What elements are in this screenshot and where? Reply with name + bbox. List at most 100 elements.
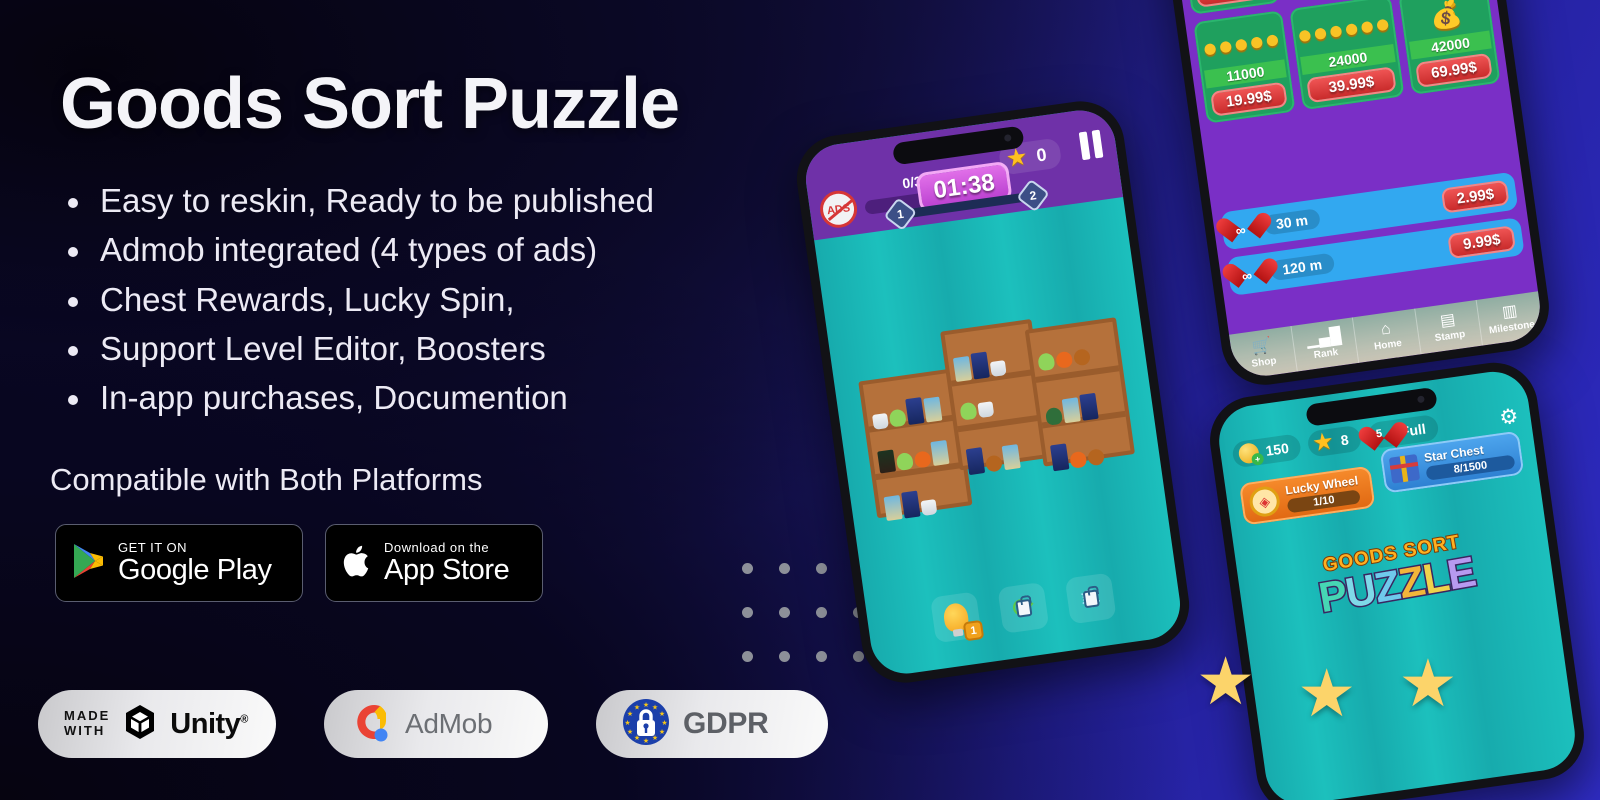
plus-badge-icon: + xyxy=(1250,452,1265,466)
gift-icon xyxy=(1388,453,1421,484)
unity-icon xyxy=(123,704,157,745)
nav-label: Home xyxy=(1373,337,1403,353)
svg-text:★: ★ xyxy=(634,703,640,711)
nav-item-rank[interactable]: ▁▄█ Rank xyxy=(1291,317,1360,372)
app-store-label: App Store xyxy=(384,553,510,586)
hero-copy: Goods Sort Puzzle Easy to reskin, Ready … xyxy=(0,0,860,800)
nav-item-milestone[interactable]: ▥ Milestone xyxy=(1477,291,1544,345)
svg-text:★: ★ xyxy=(627,710,633,718)
lock-icon xyxy=(1082,588,1100,608)
bullet-dot-icon xyxy=(68,198,78,208)
pause-button[interactable] xyxy=(1078,129,1104,161)
list-item-label: Admob integrated (4 types of ads) xyxy=(100,231,598,269)
unity-label: Unity® xyxy=(170,707,248,740)
coin-pack-grid: ●● 900 1.99$ ●●● 2400 4.99$ ●●●● 5400 9.… xyxy=(1177,0,1501,124)
nav-label: Shop xyxy=(1250,354,1278,370)
game-logo: GOODS SORT PUZZLE xyxy=(1312,530,1480,623)
svg-text:★: ★ xyxy=(624,719,630,727)
coin-pack[interactable]: ●●●●●● 24000 39.99$ xyxy=(1289,0,1405,111)
google-play-badge[interactable]: GET IT ON Google Play xyxy=(55,524,303,602)
coin-price[interactable]: 69.99$ xyxy=(1415,52,1493,88)
offer-price[interactable]: 9.99$ xyxy=(1447,224,1516,259)
shelf[interactable] xyxy=(1024,317,1135,472)
milestone-icon: ▥ xyxy=(1501,301,1519,321)
nav-label: Stamp xyxy=(1434,328,1466,344)
apple-icon xyxy=(342,543,372,584)
list-item: Support Level Editor, Boosters xyxy=(60,330,820,368)
phone-mockup-shop: ●● 900 1.99$ ●●● 2400 4.99$ ●●●● 5400 9.… xyxy=(1155,0,1555,391)
offer-duration: 120 m xyxy=(1269,252,1336,282)
shop-icon: 🛒 xyxy=(1250,336,1273,357)
list-item-label: Chest Rewards, Lucky Spin, xyxy=(100,280,515,318)
coin-price[interactable]: 19.99$ xyxy=(1210,81,1288,117)
star-icon: ★ xyxy=(1196,644,1256,718)
feature-list: Easy to reskin, Ready to be published Ad… xyxy=(60,182,820,428)
offer-price[interactable]: 2.99$ xyxy=(1441,179,1510,214)
admob-icon xyxy=(350,699,392,750)
nav-label: Milestone xyxy=(1488,318,1536,336)
google-play-label: Google Play xyxy=(118,553,272,586)
coin-value: 150 xyxy=(1264,439,1290,459)
star-icon: ★ xyxy=(1297,656,1357,730)
booster-bar: 1 ⟳ ❄ xyxy=(866,563,1181,652)
bullet-dot-icon xyxy=(68,247,78,258)
svg-text:★: ★ xyxy=(652,703,658,711)
hint-booster[interactable]: 1 xyxy=(930,591,985,644)
bullet-dot-icon xyxy=(68,395,78,406)
booster-count: 1 xyxy=(962,619,985,642)
freeze-booster[interactable]: ❄ xyxy=(1064,572,1117,625)
star-icon: ★ xyxy=(1310,427,1336,458)
list-item-label: Support Level Editor, Boosters xyxy=(100,329,546,367)
lucky-wheel-card[interactable]: ◈ Lucky Wheel 1/10 xyxy=(1238,465,1376,526)
coin-pack[interactable]: ●●●●● 11000 19.99$ xyxy=(1193,10,1296,124)
gdpr-lock-icon: ★ ★ ★ ★ ★ ★ ★ ★ ★ ★ ★ ★ xyxy=(622,698,670,751)
bullet-dot-icon xyxy=(68,345,78,356)
offer-duration: 30 m xyxy=(1262,208,1321,236)
heart-infinity-icon: ∞ xyxy=(1235,259,1266,289)
svg-text:★: ★ xyxy=(659,710,665,718)
svg-text:★: ★ xyxy=(627,728,633,736)
page-title: Goods Sort Puzzle xyxy=(60,64,680,144)
svg-text:★: ★ xyxy=(643,737,649,745)
coin-price[interactable]: 1.99$ xyxy=(1194,0,1273,8)
google-play-small-label: GET IT ON xyxy=(118,539,188,555)
shuffle-booster[interactable]: ⟳ xyxy=(997,581,1050,634)
gdpr-badge[interactable]: ★ ★ ★ ★ ★ ★ ★ ★ ★ ★ ★ ★ GDPR xyxy=(596,690,828,758)
admob-badge[interactable]: AdMob xyxy=(324,690,548,758)
gdpr-label: GDPR xyxy=(683,707,769,740)
unity-made-with-label: MADE WITH xyxy=(64,708,111,738)
svg-text:★: ★ xyxy=(661,719,667,727)
rating-stars-decoration: ★ ★ ★ xyxy=(1196,648,1458,726)
phone-mockup-home: + 150 ★ 8 5 Full ⚙ ◈ Lucky Wheel 1/10 St… xyxy=(1204,357,1590,800)
coin-icon: + xyxy=(1237,442,1265,466)
app-store-badge[interactable]: Download on the App Store xyxy=(325,524,543,602)
home-icon: ⌂ xyxy=(1379,319,1392,338)
promo-banner: Goods Sort Puzzle Easy to reskin, Ready … xyxy=(0,0,1600,800)
heart-infinity-icon: ∞ xyxy=(1229,214,1260,244)
compatibility-text: Compatible with Both Platforms xyxy=(50,462,483,497)
list-item: In-app purchases, Documention xyxy=(60,379,820,417)
list-item: Admob integrated (4 types of ads) xyxy=(60,231,820,269)
bullet-dot-icon xyxy=(68,296,78,307)
nav-item-home[interactable]: ⌂ Home xyxy=(1353,308,1422,363)
partner-badges: MADE WITH Unity® AdMob ★ ★ ★ ★ ★ ★ ★ ★ ★… xyxy=(38,690,828,758)
admob-label: AdMob xyxy=(405,708,493,739)
heart-icon: 5 xyxy=(1371,423,1396,446)
lock-icon xyxy=(1014,598,1032,618)
star-balance[interactable]: ★ 8 xyxy=(1306,424,1363,458)
unity-badge[interactable]: MADE WITH Unity® xyxy=(38,690,276,758)
star-value: 8 xyxy=(1339,431,1350,449)
svg-text:★: ★ xyxy=(643,701,649,709)
gear-icon[interactable]: ⚙ xyxy=(1498,404,1520,429)
nav-item-stamp[interactable]: ▤ Stamp xyxy=(1415,299,1484,355)
coin-balance[interactable]: + 150 xyxy=(1231,433,1303,469)
coin-pack[interactable]: 💰 42000 69.99$ xyxy=(1398,0,1501,95)
list-item: Easy to reskin, Ready to be published xyxy=(60,182,820,220)
list-item-label: Easy to reskin, Ready to be published xyxy=(100,182,654,219)
svg-text:★: ★ xyxy=(659,728,665,736)
google-play-icon xyxy=(72,542,106,585)
compass-icon: ◈ xyxy=(1247,484,1282,519)
stamp-icon: ▤ xyxy=(1439,310,1457,330)
nav-item-shop[interactable]: 🛒 Shop xyxy=(1229,326,1298,381)
list-item: Chest Rewards, Lucky Spin, xyxy=(60,281,820,319)
